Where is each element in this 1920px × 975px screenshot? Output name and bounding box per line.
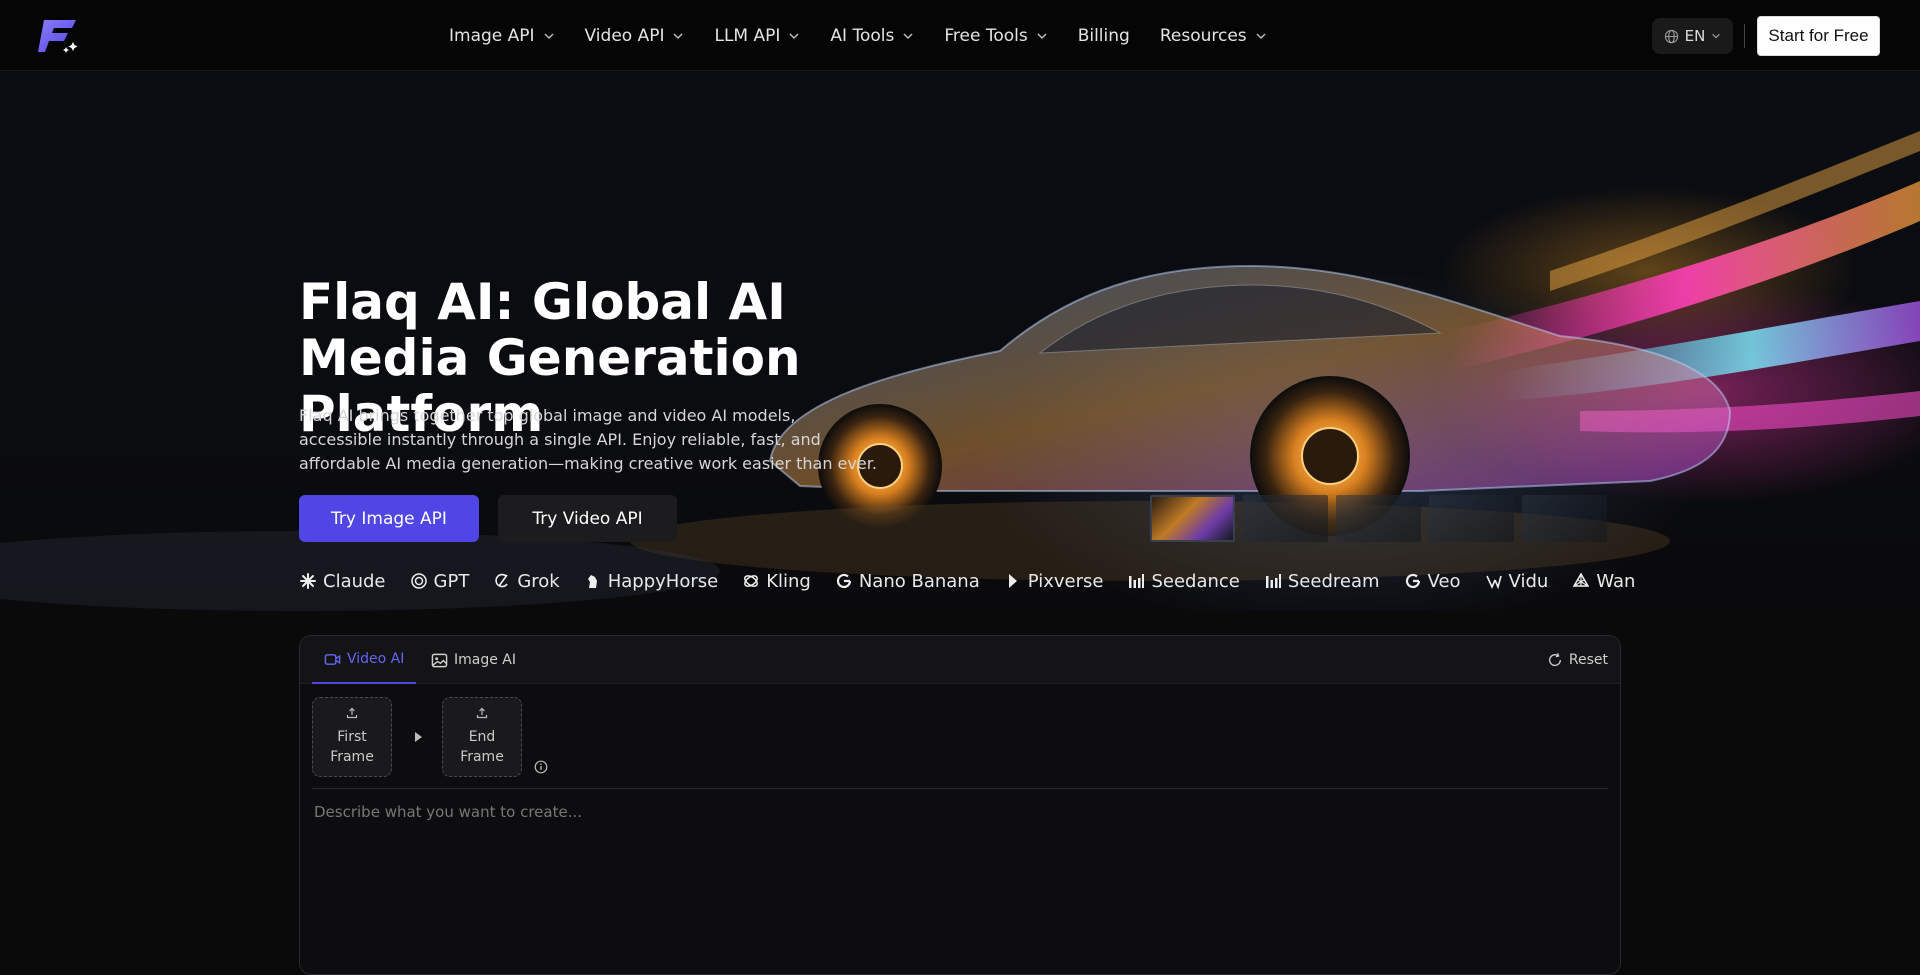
divider — [1744, 24, 1745, 48]
model-name: Pixverse — [1027, 570, 1104, 592]
tab-label: Image AI — [454, 652, 517, 668]
hero-carousel-thumbnails — [1150, 495, 1607, 542]
try-image-api-button[interactable]: Try Image API — [299, 495, 479, 542]
model-name: GPT — [433, 570, 470, 592]
model-seedream[interactable]: Seedream — [1264, 571, 1380, 592]
reset-label: Reset — [1568, 652, 1608, 668]
carousel-thumbnail[interactable] — [1429, 495, 1514, 542]
model-name: Nano Banana — [858, 570, 980, 592]
openai-icon — [410, 573, 427, 589]
kling-icon — [744, 575, 759, 587]
nav-billing[interactable]: Billing — [1078, 26, 1130, 46]
chevron-down-icon — [544, 32, 554, 39]
prompt-input[interactable] — [312, 802, 1608, 822]
model-name: Grok — [517, 570, 560, 592]
chevron-down-icon — [1037, 32, 1047, 39]
tab-label: Video AI — [347, 651, 405, 667]
nav-video-api[interactable]: Video API — [585, 26, 685, 46]
globe-icon — [1664, 29, 1678, 43]
model-vidu[interactable]: Vidu — [1485, 570, 1549, 592]
nav-item-label: Image API — [449, 25, 535, 46]
nav-image-api[interactable]: Image API — [449, 26, 555, 46]
nav-resources[interactable]: Resources — [1160, 26, 1267, 46]
nav-ai-tools[interactable]: AI Tools — [830, 26, 914, 46]
try-video-api-button[interactable]: Try Video API — [498, 495, 677, 542]
upload-icon — [476, 707, 488, 719]
hero-description: Flaq AI brings together top global image… — [299, 406, 877, 473]
main-menu: Image API Video API LLM API AI Tools Fre… — [449, 0, 1297, 71]
hero-car-illustration — [0, 131, 1920, 611]
image-icon — [431, 653, 448, 667]
carousel-thumbnail[interactable] — [1522, 495, 1607, 542]
carousel-thumbnail[interactable] — [1243, 495, 1328, 542]
model-pixverse[interactable]: Pixverse — [1004, 570, 1104, 592]
pixverse-icon — [1008, 574, 1017, 588]
chevron-down-icon — [1256, 32, 1266, 39]
tab-video-ai[interactable]: Video AI — [312, 636, 417, 684]
model-name: Kling — [766, 570, 811, 592]
vidu-icon — [1485, 575, 1502, 590]
chevron-down-icon — [903, 32, 913, 39]
nav-item-label: LLM API — [714, 25, 781, 46]
language-selector[interactable]: EN — [1652, 18, 1733, 54]
flaq-logo[interactable] — [38, 16, 82, 56]
model-seedance[interactable]: Seedance — [1127, 570, 1240, 592]
google-icon — [836, 573, 851, 589]
model-name: Wan — [1596, 570, 1636, 592]
model-name: HappyHorse — [607, 570, 719, 592]
start-for-free-button[interactable]: Start for Free — [1757, 16, 1880, 56]
carousel-thumbnail[interactable] — [1150, 495, 1235, 542]
end-frame-label: End Frame — [460, 729, 504, 765]
nav-llm-api[interactable]: LLM API — [714, 26, 800, 46]
first-frame-upload[interactable]: First Frame — [312, 697, 392, 777]
model-name: Seedream — [1287, 570, 1380, 592]
model-kling[interactable]: Kling — [742, 571, 811, 592]
model-wan[interactable]: Wan — [1572, 571, 1635, 592]
video-icon — [324, 653, 341, 665]
model-claude[interactable]: Claude — [299, 571, 386, 592]
chevron-down-icon — [673, 32, 684, 39]
hero-section: Flaq AI: Global AI Media Generation Plat… — [0, 71, 1920, 611]
model-nano-banana[interactable]: Nano Banana — [835, 571, 980, 592]
nav-item-label: Resources — [1159, 25, 1247, 46]
model-grok[interactable]: Grok — [493, 570, 560, 592]
bars-icon — [1129, 574, 1145, 588]
nav-item-label: Billing — [1077, 25, 1130, 46]
wan-icon — [1573, 572, 1590, 587]
nav-item-label: Video API — [584, 25, 665, 46]
divider — [312, 788, 1608, 789]
bars-icon — [1265, 574, 1281, 588]
top-navbar: Image API Video API LLM API AI Tools Fre… — [0, 0, 1920, 71]
language-label: EN — [1684, 27, 1706, 45]
model-gpt[interactable]: GPT — [410, 570, 470, 592]
model-veo[interactable]: Veo — [1404, 571, 1461, 592]
nav-item-label: AI Tools — [830, 25, 895, 46]
model-happyhorse[interactable]: HappyHorse — [584, 571, 718, 592]
tab-image-ai[interactable]: Image AI — [431, 636, 516, 684]
model-list: Claude GPT Grok HappyHorse Kling Nano Ba… — [299, 565, 1659, 597]
info-icon[interactable] — [534, 760, 548, 774]
grok-icon — [495, 573, 508, 588]
model-name: Vidu — [1508, 570, 1549, 592]
play-arrow-icon — [415, 732, 422, 742]
first-frame-label: First Frame — [330, 729, 374, 765]
creator-tabs: Video AI Image AI Reset — [300, 636, 1620, 684]
reset-button[interactable]: Reset — [1547, 636, 1608, 684]
chevron-down-icon — [789, 32, 799, 39]
nav-item-label: Free Tools — [944, 25, 1028, 46]
carousel-thumbnail[interactable] — [1336, 495, 1421, 542]
claude-icon — [300, 573, 316, 589]
model-name: Claude — [323, 570, 386, 592]
upload-icon — [346, 707, 358, 719]
google-icon — [1405, 573, 1420, 589]
nav-free-tools[interactable]: Free Tools — [944, 26, 1047, 46]
model-name: Veo — [1427, 570, 1461, 592]
chevron-down-icon — [1712, 33, 1721, 39]
refresh-icon — [1548, 653, 1561, 666]
horse-icon — [587, 575, 597, 588]
creator-panel: Video AI Image AI Reset First Frame End … — [299, 635, 1621, 975]
end-frame-upload[interactable]: End Frame — [442, 697, 522, 777]
model-name: Seedance — [1151, 570, 1240, 592]
